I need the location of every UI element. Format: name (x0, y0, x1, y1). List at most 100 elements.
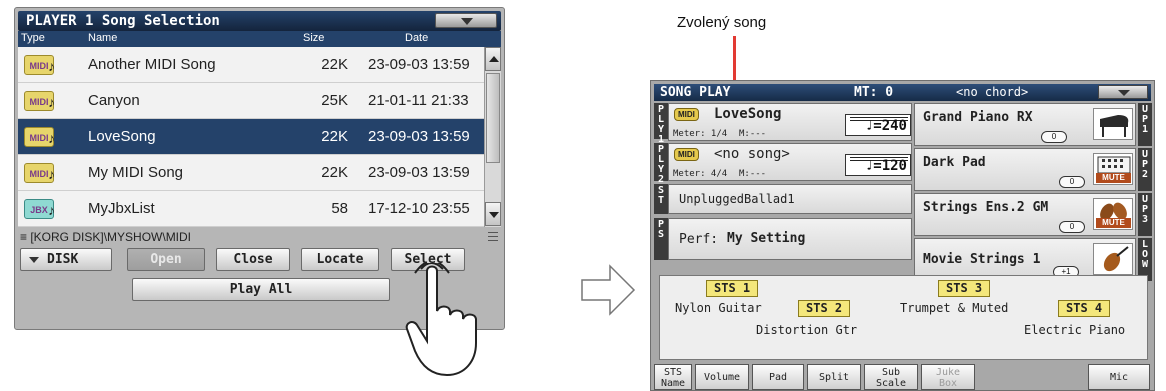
sound-name: Grand Piano RX (923, 110, 1033, 125)
chevron-down-icon (461, 18, 473, 25)
arrow-up-icon (489, 56, 499, 62)
player-2-tempo[interactable]: ♩=120 (845, 154, 911, 176)
violins-icon: MUTE (1093, 198, 1133, 230)
sts-1-name: Nylon Guitar (675, 301, 762, 315)
file-size: 58 (331, 200, 348, 217)
up1-label: UP1 (1138, 103, 1152, 146)
file-name: My MIDI Song (88, 164, 184, 181)
scroll-thumb[interactable] (486, 73, 500, 163)
tab-split[interactable]: Split (807, 364, 861, 390)
chord-display: <no chord> (956, 85, 1029, 99)
player-2-song: <no song> (714, 146, 790, 162)
window-title: SONG PLAY (660, 85, 731, 100)
column-date[interactable]: Date (405, 32, 428, 44)
sts-area: STS 1 Nylon Guitar STS 2 Distortion Gtr … (659, 275, 1148, 360)
sound-pane-up3[interactable]: Strings Ens.2 GM 0 MUTE (914, 193, 1136, 236)
up3-label: UP3 (1138, 193, 1152, 236)
arrow-right-icon (581, 264, 636, 316)
player-2-meter: Meter: 4/4 (673, 169, 728, 179)
scroll-up-button[interactable] (485, 47, 501, 71)
file-size: 25K (321, 92, 348, 109)
sound-name: Dark Pad (923, 155, 986, 170)
play-all-button[interactable]: Play All (132, 278, 390, 301)
octave-indicator: 0 (1059, 176, 1085, 188)
list-item[interactable]: MIDI ♪ Canyon 25K 21-01-11 21:33 (18, 83, 484, 119)
file-size: 22K (321, 128, 348, 145)
sts-3-name: Trumpet & Muted (900, 301, 1009, 315)
player-2-label: PLY2 (654, 143, 668, 185)
window-title-bar: PLAYER 1 Song Selection (18, 11, 501, 31)
column-size[interactable]: Size (303, 32, 324, 44)
performance-prefix: Perf: (679, 232, 719, 247)
player-1-label: PLY1 (654, 103, 668, 145)
tab-sts-name[interactable]: STS Name (654, 364, 692, 390)
player-1-measure: M:--- (739, 129, 767, 139)
keyboard-icon: MUTE (1093, 153, 1133, 185)
player-2-pane[interactable]: MIDI <no song> Meter: 4/4 M:--- ♩=120 (668, 143, 912, 181)
tab-mic[interactable]: Mic (1088, 364, 1150, 390)
sts-4-name: Electric Piano (1024, 323, 1126, 337)
performance-name: My Setting (727, 231, 806, 246)
master-transpose: MT: 0 (854, 85, 894, 100)
file-date: 23-09-03 13:59 (368, 56, 470, 73)
sts-4-button[interactable]: STS 4 (1058, 300, 1111, 317)
sound-pane-up1[interactable]: Grand Piano RX 0 (914, 103, 1136, 146)
close-button[interactable]: Close (216, 248, 290, 271)
style-name: UnpluggedBallad1 (679, 192, 795, 206)
sts-2-button[interactable]: STS 2 (798, 300, 851, 317)
player-2-measure: M:--- (739, 169, 767, 179)
scroll-down-button[interactable] (485, 202, 501, 226)
style-pane[interactable]: UnpluggedBallad1 (668, 184, 912, 214)
mute-badge: MUTE (1096, 173, 1131, 183)
player-1-pane[interactable]: MIDI LoveSong Meter: 1/4 M:--- ♩=240 (668, 103, 912, 141)
midi-file-icon: MIDI ♪ (24, 127, 55, 147)
disk-dropdown[interactable]: DISK (20, 248, 112, 271)
file-size: 22K (321, 164, 348, 181)
chevron-down-icon (29, 256, 39, 263)
arrow-down-icon (489, 212, 499, 218)
jukebox-file-icon: JBX ♪ (24, 199, 55, 219)
column-header-bar: Type Name Size Date (18, 31, 501, 47)
file-date: 23-09-03 13:59 (368, 164, 470, 181)
window-title-bar: SONG PLAY MT: 0 <no chord> (654, 84, 1151, 101)
vertical-scrollbar[interactable] (484, 47, 501, 227)
list-item-selected[interactable]: MIDI ♪ LoveSong 22K 23-09-03 13:59 (18, 119, 484, 155)
list-options-icon[interactable] (488, 232, 498, 241)
chevron-down-icon (1118, 90, 1130, 96)
file-date: 23-09-03 13:59 (368, 128, 470, 145)
file-date: 17-12-10 23:55 (368, 200, 470, 217)
tab-volume[interactable]: Volume (695, 364, 749, 390)
sts-2-name: Distortion Gtr (756, 323, 858, 337)
performance-pane[interactable]: Perf: My Setting (668, 218, 912, 260)
page-menu-button[interactable] (435, 13, 497, 28)
path-label: ≡ [KORG DISK]\MYSHOW\MIDI (20, 230, 192, 244)
open-button[interactable]: Open (127, 248, 205, 271)
sts-1-button[interactable]: STS 1 (706, 280, 759, 297)
player-1-tempo[interactable]: ♩=240 (845, 114, 911, 136)
locate-button[interactable]: Locate (301, 248, 379, 271)
pointing-hand-icon (405, 263, 477, 377)
midi-file-icon: MIDI ♪ (24, 163, 55, 183)
page-menu-button[interactable] (1098, 85, 1148, 99)
performance-label: PS (654, 218, 668, 260)
list-item[interactable]: JBX ♪ MyJbxList 58 17-12-10 23:55 (18, 191, 484, 227)
column-type[interactable]: Type (21, 32, 45, 44)
column-name[interactable]: Name (88, 32, 117, 44)
list-item[interactable]: MIDI ♪ Another MIDI Song 22K 23-09-03 13:… (18, 47, 484, 83)
file-name: MyJbxList (88, 200, 155, 217)
file-list: MIDI ♪ Another MIDI Song 22K 23-09-03 13:… (18, 47, 484, 227)
tab-pad[interactable]: Pad (752, 364, 804, 390)
sts-3-button[interactable]: STS 3 (938, 280, 991, 297)
octave-indicator: 0 (1059, 221, 1085, 233)
violin-icon (1093, 243, 1133, 275)
octave-indicator: 0 (1041, 131, 1067, 143)
list-item[interactable]: MIDI ♪ My MIDI Song 22K 23-09-03 13:59 (18, 155, 484, 191)
sound-pane-up2[interactable]: Dark Pad 0 MUTE (914, 148, 1136, 191)
player-1-meter: Meter: 1/4 (673, 129, 728, 139)
sound-name: Strings Ens.2 GM (923, 200, 1049, 215)
file-name: LoveSong (88, 128, 156, 145)
tab-sub-scale[interactable]: Sub Scale (864, 364, 918, 390)
grand-piano-icon (1093, 108, 1133, 140)
tab-juke-box[interactable]: Juke Box (921, 364, 975, 390)
song-play-window: SONG PLAY MT: 0 <no chord> PLY1 MIDI Lov… (650, 80, 1155, 391)
